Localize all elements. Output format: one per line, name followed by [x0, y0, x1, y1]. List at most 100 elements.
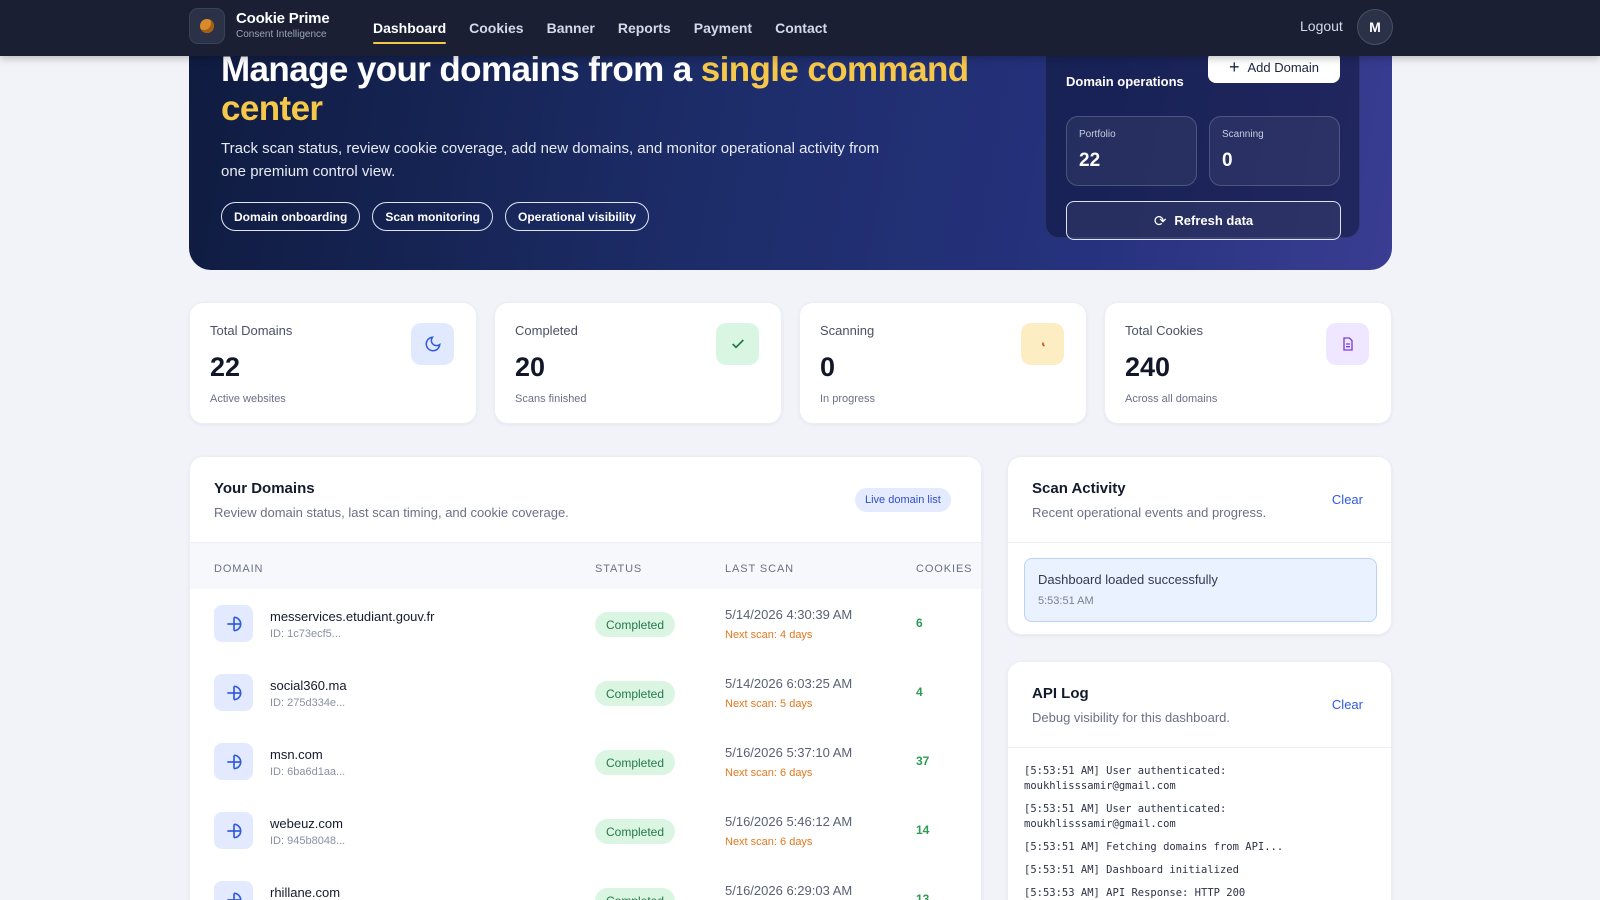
table-header: DOMAIN STATUS LAST SCAN COOKIES — [190, 542, 981, 589]
next-scan-text: Next scan: 6 days — [725, 836, 813, 848]
brand-name: Cookie Prime — [236, 10, 330, 27]
nav-link-banner[interactable]: Banner — [547, 0, 595, 56]
log-entry: [5:53:51 AM] Dashboard initialized — [1024, 864, 1239, 876]
globe-icon — [214, 743, 253, 780]
stat-card-scanning: Scanning 0 In progress — [799, 302, 1087, 424]
domain-name[interactable]: messervices.etudiant.gouv.fr — [270, 609, 435, 624]
spinner-icon — [1021, 323, 1064, 365]
brand-tagline: Consent Intelligence — [236, 29, 327, 40]
table-row[interactable]: social360.ma ID: 275d334e... Completed 5… — [190, 658, 981, 727]
add-domain-label: Add Domain — [1247, 59, 1320, 75]
activity-text: Dashboard loaded successfully — [1038, 572, 1218, 587]
domains-title: Your Domains — [214, 480, 315, 497]
scanning-value: 0 — [1222, 150, 1233, 171]
scanning-label: Scanning — [1222, 129, 1264, 140]
domain-operations-title: Domain operations — [1066, 74, 1184, 89]
domain-id: ID: 6ba6d1aa... — [270, 766, 346, 778]
portfolio-label: Portfolio — [1079, 129, 1116, 140]
status-badge: Completed — [595, 888, 676, 900]
last-scan-time: 5/14/2026 6:03:25 AM — [725, 676, 853, 691]
cookie-count: 37 — [916, 754, 930, 768]
last-scan-time: 5/16/2026 5:37:10 AM — [725, 745, 853, 760]
domain-name[interactable]: social360.ma — [270, 678, 347, 693]
brand: Cookie Prime Consent Intelligence — [236, 10, 330, 40]
table-row[interactable]: messervices.etudiant.gouv.fr ID: 1c73ecf… — [190, 589, 981, 658]
chip-operational-visibility[interactable]: Operational visibility — [505, 202, 650, 231]
avatar[interactable]: M — [1357, 9, 1393, 45]
nav-link-reports[interactable]: Reports — [618, 0, 671, 56]
api-log-clear-button[interactable]: Clear — [1332, 697, 1363, 712]
status-badge: Completed — [595, 681, 676, 706]
divider — [1008, 747, 1391, 748]
stat-sub: Active websites — [210, 393, 286, 405]
top-navbar: Cookie Prime Consent Intelligence Dashbo… — [0, 0, 1600, 56]
domain-id: ID: 1c73ecf5... — [270, 628, 341, 640]
api-log-title: API Log — [1032, 685, 1089, 702]
api-log-subtitle: Debug visibility for this dashboard. — [1032, 710, 1230, 725]
stat-card-total-cookies: Total Cookies 240 Across all domains — [1104, 302, 1392, 424]
cookie-logo-icon[interactable] — [189, 8, 225, 44]
api-log-entries: [5:53:51 AM] User authenticated: moukhli… — [1024, 764, 1283, 900]
chip-domain-onboarding[interactable]: Domain onboarding — [221, 202, 361, 231]
table-row[interactable]: msn.com ID: 6ba6d1aa... Completed 5/16/2… — [190, 727, 981, 796]
check-icon — [716, 323, 759, 365]
logout-link[interactable]: Logout — [1300, 18, 1343, 34]
stat-card-total-domains: Total Domains 22 Active websites — [189, 302, 477, 424]
last-scan-time: 5/14/2026 4:30:39 AM — [725, 607, 853, 622]
next-scan-text: Next scan: 5 days — [725, 698, 813, 710]
scan-activity-title: Scan Activity — [1032, 480, 1126, 497]
portfolio-stat: Portfolio 22 — [1066, 116, 1197, 186]
domain-name[interactable]: rhillane.com — [270, 885, 340, 900]
status-badge: Completed — [595, 750, 676, 775]
status-badge: Completed — [595, 612, 676, 637]
chip-scan-monitoring[interactable]: Scan monitoring — [372, 202, 493, 231]
stat-card-completed: Completed 20 Scans finished — [494, 302, 782, 424]
column-header-domain[interactable]: DOMAIN — [214, 563, 263, 575]
cookie-count: 4 — [916, 685, 923, 699]
nav-links: Dashboard Cookies Banner Reports Payment… — [373, 0, 850, 56]
last-scan-time: 5/16/2026 5:46:12 AM — [725, 814, 853, 829]
stat-sub: In progress — [820, 393, 876, 405]
column-header-status[interactable]: STATUS — [595, 563, 642, 575]
scan-activity-clear-button[interactable]: Clear — [1332, 492, 1363, 507]
your-domains-card: Your Domains Review domain status, last … — [189, 456, 982, 900]
column-header-last-scan[interactable]: LAST SCAN — [725, 563, 794, 575]
domains-subtitle: Review domain status, last scan timing, … — [214, 505, 569, 520]
domain-name[interactable]: webeuz.com — [270, 816, 343, 831]
refresh-icon: ⟳ — [1153, 212, 1167, 230]
domain-name[interactable]: msn.com — [270, 747, 323, 762]
log-entry: [5:53:51 AM] User authenticated: moukhli… — [1024, 765, 1227, 792]
log-entry: [5:53:53 AM] API Response: HTTP 200 — [1024, 887, 1246, 899]
domain-id: ID: 275d334e... — [270, 697, 346, 709]
stat-sub: Across all domains — [1125, 393, 1218, 405]
log-entry: [5:53:51 AM] User authenticated: moukhli… — [1024, 803, 1227, 830]
nav-link-dashboard[interactable]: Dashboard — [373, 0, 447, 56]
stat-sub: Scans finished — [515, 393, 587, 405]
domain-id: ID: 945b8048... — [270, 835, 346, 847]
globe-icon — [214, 881, 253, 900]
globe-icon — [214, 812, 253, 849]
scan-activity-card: Scan Activity Recent operational events … — [1007, 456, 1392, 635]
divider — [1008, 542, 1391, 543]
table-row[interactable]: webeuz.com ID: 945b8048... Completed 5/1… — [190, 796, 981, 865]
refresh-data-button[interactable]: ⟳ Refresh data — [1066, 201, 1341, 240]
nav-link-contact[interactable]: Contact — [775, 0, 827, 56]
scanning-stat: Scanning 0 — [1209, 116, 1340, 186]
table-row[interactable]: rhillane.com Completed 5/16/2026 6:29:03… — [190, 865, 981, 900]
document-icon — [1326, 323, 1369, 365]
refresh-data-label: Refresh data — [1174, 213, 1254, 228]
cookie-count: 6 — [916, 616, 923, 630]
api-log-card: API Log Debug visibility for this dashbo… — [1007, 661, 1392, 900]
hero-banner: Manage your domains from a single comman… — [189, 20, 1392, 270]
portfolio-value: 22 — [1079, 150, 1101, 171]
live-domain-list-badge[interactable]: Live domain list — [855, 488, 951, 512]
column-header-cookies[interactable]: COOKIES — [916, 563, 972, 575]
status-badge: Completed — [595, 819, 676, 844]
scan-activity-subtitle: Recent operational events and progress. — [1032, 505, 1267, 520]
next-scan-text: Next scan: 6 days — [725, 767, 813, 779]
nav-link-payment[interactable]: Payment — [694, 0, 752, 56]
cookie-count: 13 — [916, 892, 930, 900]
nav-link-cookies[interactable]: Cookies — [469, 0, 523, 56]
globe-icon — [214, 605, 253, 642]
next-scan-text: Next scan: 4 days — [725, 629, 813, 641]
